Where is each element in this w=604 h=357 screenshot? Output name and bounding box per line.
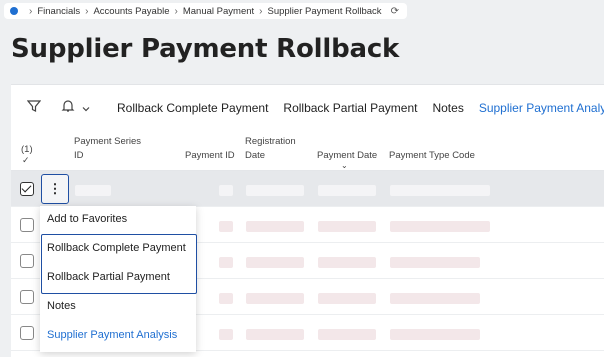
menu-item-notes[interactable]: Notes [47,300,76,312]
row-checkbox[interactable] [20,182,34,196]
cell-placeholder [390,185,490,196]
table-header: (1) ✓ Payment Series ID Payment ID Regis… [11,131,604,171]
cell-placeholder [390,293,480,304]
chevron-right-icon: › [174,5,178,17]
more-actions-button[interactable]: ⋮ [41,174,69,204]
table-row[interactable]: ⋮ [11,171,604,207]
header-label: ID [74,150,84,161]
menu-item-add-to-favorites[interactable]: Add to Favorites [47,213,127,225]
column-header-payment-type-code[interactable]: Payment Type Code [389,149,475,163]
breadcrumb-item-current: Supplier Payment Rollback [267,5,382,17]
row-checkbox[interactable] [20,290,34,304]
supplier-payment-analysis-button[interactable]: Supplier Payment Analysis [479,101,604,115]
menu-item-supplier-payment-analysis[interactable]: Supplier Payment Analysis [47,329,177,341]
rollback-complete-payment-button[interactable]: Rollback Complete Payment [117,101,268,115]
column-header-payment-series-id[interactable]: Payment Series ID [74,135,141,163]
cell-placeholder [246,329,304,340]
cell-placeholder [219,221,233,232]
row-checkbox[interactable] [20,326,34,340]
cell-placeholder [318,293,376,304]
toolbar: Rollback Complete Payment Rollback Parti… [11,85,604,131]
cell-placeholder [390,257,480,268]
filter-icon[interactable] [26,99,42,116]
menu-item-rollback-partial-payment[interactable]: Rollback Partial Payment [47,271,170,283]
cell-placeholder [390,329,480,340]
row-actions-menu: Add to Favorites Rollback Complete Payme… [40,206,197,352]
cell-placeholder [219,329,233,340]
header-label: Registration [245,136,296,147]
notes-button[interactable]: Notes [432,101,463,115]
home-icon[interactable] [10,7,18,15]
cell-placeholder [219,293,233,304]
check-icon[interactable]: ✓ [22,153,30,167]
breadcrumb-item-accounts-payable[interactable]: Accounts Payable [93,6,169,17]
chevron-right-icon: › [259,5,263,17]
cell-placeholder [246,185,304,196]
breadcrumb-item-manual-payment[interactable]: Manual Payment [183,6,254,17]
breadcrumb-item-financials[interactable]: Financials [37,6,80,17]
chevron-right-icon: › [29,5,33,17]
cell-placeholder [219,257,233,268]
toolbar-actions: Rollback Complete Payment Rollback Parti… [117,101,604,115]
cell-placeholder [246,257,304,268]
row-checkbox[interactable] [20,218,34,232]
cell-placeholder [246,221,304,232]
breadcrumb: › Financials › Accounts Payable › Manual… [4,3,407,19]
page-title: Supplier Payment Rollback [11,34,400,64]
menu-item-rollback-complete-payment[interactable]: Rollback Complete Payment [47,242,186,254]
header-label: Payment Series [74,136,142,147]
chevron-right-icon: › [85,5,89,17]
header-label: Date [245,150,266,161]
cell-placeholder [390,221,490,232]
cell-placeholder [75,185,111,196]
chevron-down-icon[interactable] [81,101,91,117]
cell-placeholder [318,329,376,340]
cell-placeholder [246,293,304,304]
refresh-icon[interactable]: ⟳ [391,6,399,17]
cell-placeholder [318,221,376,232]
bell-icon[interactable] [61,99,75,116]
column-header-registration-date[interactable]: Registration Date [245,135,296,163]
column-header-payment-id[interactable]: Payment ID [185,149,235,163]
cell-placeholder [219,185,233,196]
cell-placeholder [318,185,376,196]
rollback-partial-payment-button[interactable]: Rollback Partial Payment [283,101,417,115]
row-checkbox[interactable] [20,254,34,268]
cell-placeholder [318,257,376,268]
